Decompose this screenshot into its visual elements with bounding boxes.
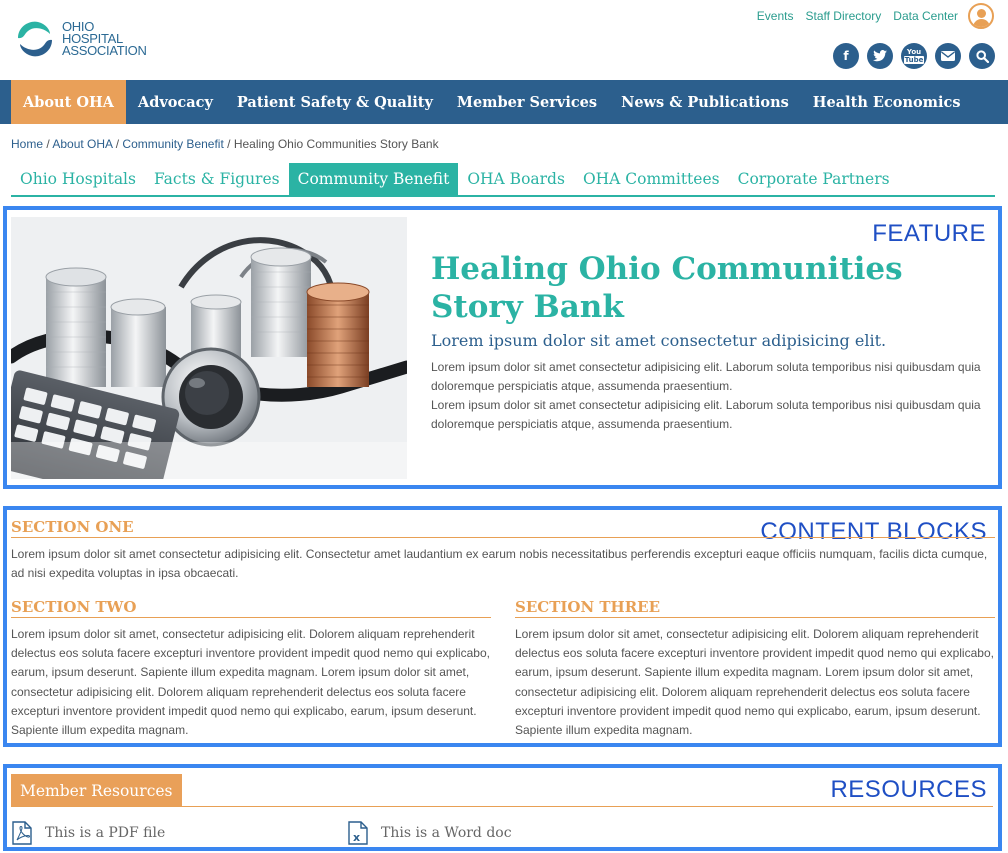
- util-link-staff-directory[interactable]: Staff Directory: [805, 9, 881, 23]
- util-link-events[interactable]: Events: [757, 9, 794, 23]
- feature-paragraph: Lorem ipsum dolor sit amet consectetur a…: [431, 398, 981, 431]
- resource-link-word[interactable]: x This is a Word doc: [347, 821, 512, 845]
- svg-text:x: x: [353, 831, 360, 844]
- word-doc-icon: x: [348, 821, 368, 845]
- tab-facts-figures[interactable]: Facts & Figures: [145, 163, 289, 195]
- site-header: Ohio Hospital Association Events Staff D…: [0, 0, 1008, 80]
- section-two-heading: SECTION TWO: [11, 598, 491, 618]
- breadcrumb-community-benefit[interactable]: Community Benefit: [122, 137, 223, 151]
- section-two-text: Lorem ipsum dolor sit amet, consectetur …: [11, 627, 490, 738]
- section-one-text: Lorem ipsum dolor sit amet consectetur a…: [11, 547, 988, 581]
- tab-community-benefit[interactable]: Community Benefit: [288, 163, 459, 195]
- breadcrumb-current: Healing Ohio Communities Story Bank: [233, 137, 439, 151]
- nav-item-news-publications[interactable]: News & Publications: [609, 80, 801, 124]
- feature-image: [11, 217, 407, 479]
- social-icons: f You Tube: [833, 43, 995, 69]
- breadcrumb-about-oha[interactable]: About OHA: [52, 137, 112, 151]
- facebook-icon[interactable]: f: [833, 43, 859, 69]
- section-three-text: Lorem ipsum dolor sit amet, consectetur …: [515, 627, 994, 738]
- sub-navigation: Ohio Hospitals Facts & Figures Community…: [11, 163, 995, 197]
- nav-item-patient-safety-quality[interactable]: Patient Safety & Quality: [225, 80, 445, 124]
- tab-oha-committees[interactable]: OHA Committees: [574, 163, 729, 195]
- youtube-icon[interactable]: You Tube: [901, 43, 927, 69]
- utility-links: Events Staff Directory Data Center: [757, 9, 958, 23]
- tab-corporate-partners[interactable]: Corporate Partners: [729, 163, 899, 195]
- oha-logo-mark-icon: [18, 21, 52, 57]
- resources-annotation-label: RESOURCES: [830, 776, 987, 803]
- logo-word-association: Association: [62, 43, 147, 58]
- main-navigation: About OHA Advocacy Patient Safety & Qual…: [0, 80, 1008, 124]
- breadcrumb-separator: /: [223, 137, 234, 151]
- nav-item-about-oha[interactable]: About OHA: [11, 80, 126, 124]
- feature-body: Lorem ipsum dolor sit amet consectetur a…: [431, 358, 991, 434]
- search-icon[interactable]: [969, 43, 995, 69]
- resource-label: This is a Word doc: [381, 825, 512, 841]
- breadcrumb-separator: /: [112, 137, 123, 151]
- resource-link-pdf[interactable]: This is a PDF file: [11, 821, 165, 845]
- section-one-heading: SECTION ONE: [11, 518, 995, 538]
- logo-wordmark: Ohio Hospital Association: [62, 20, 147, 58]
- feature-title: Healing Ohio Communities Story Bank: [431, 251, 903, 325]
- email-icon[interactable]: [935, 43, 961, 69]
- feature-annotation-label: FEATURE: [872, 220, 986, 247]
- breadcrumb-separator: /: [43, 137, 53, 151]
- tab-ohio-hospitals[interactable]: Ohio Hospitals: [11, 163, 145, 195]
- tab-oha-boards[interactable]: OHA Boards: [458, 163, 574, 195]
- twitter-icon[interactable]: [867, 43, 893, 69]
- breadcrumb: Home / About OHA / Community Benefit / H…: [11, 137, 439, 151]
- oha-logo[interactable]: Ohio Hospital Association: [12, 18, 162, 64]
- member-resources-heading: Member Resources: [11, 774, 182, 807]
- breadcrumb-home[interactable]: Home: [11, 137, 43, 151]
- member-resources-rule: [11, 806, 993, 807]
- pdf-file-icon: [12, 821, 32, 845]
- section-three-heading: SECTION THREE: [515, 598, 995, 618]
- util-link-data-center[interactable]: Data Center: [893, 9, 958, 23]
- nav-item-member-services[interactable]: Member Services: [445, 80, 609, 124]
- stethoscope-coins-image: [11, 217, 407, 479]
- nav-item-health-economics[interactable]: Health Economics: [801, 80, 973, 124]
- nav-item-advocacy[interactable]: Advocacy: [126, 80, 225, 124]
- user-avatar-icon[interactable]: [968, 3, 994, 29]
- feature-paragraph: Lorem ipsum dolor sit amet consectetur a…: [431, 360, 981, 393]
- resource-label: This is a PDF file: [45, 825, 166, 841]
- feature-subtitle: Lorem ipsum dolor sit amet consectetur a…: [431, 331, 887, 350]
